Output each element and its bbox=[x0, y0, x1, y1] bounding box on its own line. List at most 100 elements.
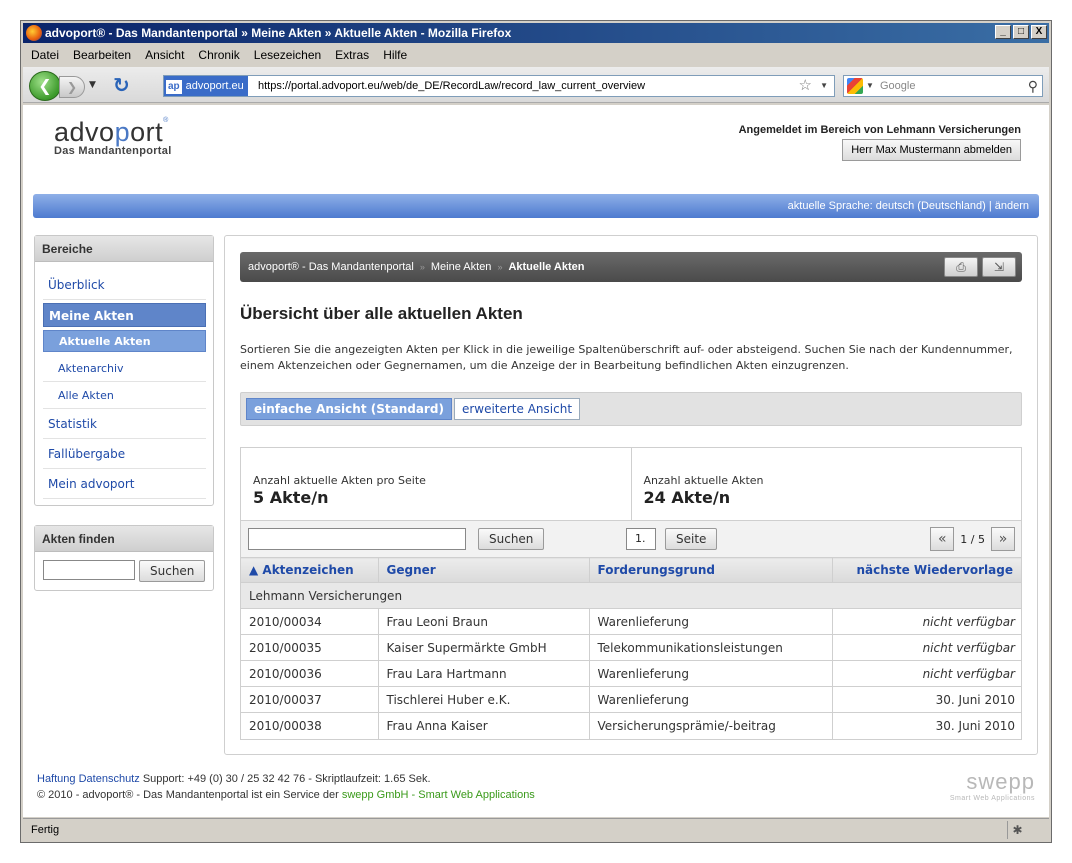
swepp-logo[interactable]: swepp Smart Web Applications bbox=[950, 769, 1035, 802]
language-bar[interactable]: aktuelle Sprache: deutsch (Deutschland) … bbox=[33, 194, 1039, 218]
search-bar[interactable]: ▼ Google ⚲ bbox=[843, 75, 1043, 97]
reload-icon[interactable]: ↻ bbox=[113, 75, 130, 95]
pager: « 1 / 5 » bbox=[930, 527, 1015, 551]
logo-word-a: advo bbox=[54, 117, 115, 147]
menu-ansicht[interactable]: Ansicht bbox=[145, 45, 184, 65]
page-title: Übersicht über alle aktuellen Akten bbox=[240, 304, 523, 323]
go-to-page-button[interactable]: Seite bbox=[665, 528, 718, 550]
browser-window: advoport® - Das Mandantenportal » Meine … bbox=[20, 20, 1052, 843]
table-row[interactable]: 2010/00034 Frau Leoni Braun Warenlieferung… bbox=[241, 608, 1021, 635]
cell-aktenzeichen: 2010/00038 bbox=[241, 712, 378, 739]
breadcrumb-separator: » bbox=[497, 262, 503, 272]
stats-panel: Anzahl aktuelle Akten pro Seite 5 Akte/n… bbox=[240, 447, 1022, 521]
table-row[interactable]: 2010/00036 Frau Lara Hartmann Warenlieferu… bbox=[241, 660, 1021, 687]
support-info: Support: +49 (0) 30 / 25 32 42 76 - Skri… bbox=[142, 773, 431, 785]
table-row[interactable]: 2010/00037 Tischlerei Huber e.K. Warenlief… bbox=[241, 686, 1021, 713]
google-icon[interactable] bbox=[847, 78, 863, 94]
main-panel: advoport® - Das Mandantenportal » Meine Ak… bbox=[224, 235, 1038, 755]
cell-forderungsgrund: Warenlieferung bbox=[588, 686, 832, 713]
search-icon[interactable]: ⚲ bbox=[1028, 76, 1038, 96]
table-search-input[interactable] bbox=[248, 528, 466, 550]
menu-chronik[interactable]: Chronik bbox=[198, 45, 239, 65]
cell-wiedervorlage: nicht verfügbar bbox=[831, 660, 1021, 687]
tab-simple-view[interactable]: einfache Ansicht (Standard) bbox=[246, 398, 452, 420]
swepp-logo-word: swepp bbox=[966, 769, 1035, 794]
cell-gegner: Kaiser Supermärkte GmbH bbox=[377, 634, 589, 661]
url-bar[interactable]: ap advoport.eu https://portal.advoport.eu… bbox=[163, 75, 835, 97]
finder-box: Akten finden Suchen bbox=[34, 525, 214, 591]
cell-forderungsgrund: Telekommunikationsleistungen bbox=[588, 634, 832, 661]
column-naechste-wiedervorlage[interactable]: nächste Wiedervorlage bbox=[831, 557, 1021, 583]
previous-page-button[interactable]: « bbox=[930, 527, 955, 551]
cell-gegner: Frau Leoni Braun bbox=[377, 608, 589, 635]
areas-title: Bereiche bbox=[35, 236, 213, 262]
minimize-button[interactable]: _ bbox=[995, 25, 1011, 39]
forward-button[interactable]: ❯ bbox=[59, 76, 85, 98]
sidebar-item-statistik[interactable]: Statistik bbox=[43, 409, 206, 439]
url-text[interactable]: https://portal.advoport.eu/web/de_DE/Rec… bbox=[258, 76, 645, 96]
menu-extras[interactable]: Extras bbox=[335, 45, 369, 65]
total-label: Anzahl aktuelle Akten bbox=[643, 474, 764, 487]
per-page-label: Anzahl aktuelle Akten pro Seite bbox=[253, 474, 426, 487]
maximize-button[interactable]: □ bbox=[1013, 25, 1029, 39]
sidebar-nav: Überblick Meine Akten Aktuelle Akten Akt… bbox=[35, 262, 213, 505]
logo-word-c: ort bbox=[130, 117, 164, 147]
advoport-logo[interactable]: advoport® Das Mandantenportal bbox=[54, 117, 172, 157]
menu-lesezeichen[interactable]: Lesezeichen bbox=[254, 45, 321, 65]
sidebar-item-aktuelle-akten[interactable]: Aktuelle Akten bbox=[43, 330, 206, 352]
datenschutz-link[interactable]: Datenschutz bbox=[79, 773, 140, 785]
cell-forderungsgrund: Warenlieferung bbox=[588, 660, 832, 687]
addon-status-icon[interactable]: ✱ bbox=[1007, 821, 1027, 839]
menu-hilfe[interactable]: Hilfe bbox=[383, 45, 407, 65]
table-header-row: ▲ Aktenzeichen Gegner Forderungsgrund nä… bbox=[241, 557, 1021, 583]
footer: Haftung Datenschutz Support: +49 (0) 30 … bbox=[23, 761, 1049, 817]
search-engine-dropdown-icon[interactable]: ▼ bbox=[866, 81, 874, 90]
next-page-button[interactable]: » bbox=[991, 527, 1015, 551]
cell-wiedervorlage: 30. Juni 2010 bbox=[831, 686, 1021, 713]
history-dropdown-icon[interactable]: ▼ bbox=[89, 80, 96, 90]
areas-box: Bereiche Überblick Meine Akten Aktuelle … bbox=[34, 235, 214, 506]
column-aktenzeichen[interactable]: ▲ Aktenzeichen bbox=[241, 557, 378, 583]
haftung-link[interactable]: Haftung bbox=[37, 773, 76, 785]
sidebar-item-falluebergabe[interactable]: Fallübergabe bbox=[43, 439, 206, 469]
table-toolbar: Suchen 1. Seite « 1 / 5 » bbox=[241, 521, 1021, 557]
back-arrow-icon: ❮ bbox=[38, 76, 52, 95]
group-row: Lehmann Versicherungen bbox=[241, 582, 1021, 609]
swepp-link[interactable]: swepp GmbH - Smart Web Applications bbox=[342, 789, 535, 801]
column-forderungsgrund[interactable]: Forderungsgrund bbox=[588, 557, 832, 583]
url-dropdown-icon[interactable]: ▼ bbox=[820, 81, 828, 90]
status-bar: Fertig ✱ bbox=[23, 818, 1049, 840]
site-identity[interactable]: ap advoport.eu bbox=[164, 76, 248, 96]
menu-bearbeiten[interactable]: Bearbeiten bbox=[73, 45, 131, 65]
sidebar-item-ueberblick[interactable]: Überblick bbox=[43, 270, 206, 300]
menu-datei[interactable]: Datei bbox=[31, 45, 59, 65]
cell-wiedervorlage: nicht verfügbar bbox=[831, 608, 1021, 635]
export-icon[interactable]: ⇲ bbox=[982, 257, 1016, 277]
logout-button[interactable]: Herr Max Mustermann abmelden bbox=[842, 139, 1021, 161]
sidebar-item-aktenarchiv[interactable]: Aktenarchiv bbox=[43, 355, 206, 382]
search-placeholder[interactable]: Google bbox=[880, 76, 915, 96]
close-button[interactable]: X bbox=[1031, 25, 1047, 39]
finder-search-button[interactable]: Suchen bbox=[139, 560, 206, 582]
bookmark-star-icon[interactable]: ☆ bbox=[799, 77, 812, 95]
back-button[interactable]: ❮ bbox=[29, 71, 61, 101]
site-badge: ap bbox=[166, 80, 182, 94]
column-gegner[interactable]: Gegner bbox=[377, 557, 589, 583]
firefox-icon bbox=[26, 25, 42, 41]
table-row[interactable]: 2010/00038 Frau Anna Kaiser Versicherungsp… bbox=[241, 712, 1021, 739]
table-search-button[interactable]: Suchen bbox=[478, 528, 545, 550]
page-number-input[interactable]: 1. bbox=[626, 528, 656, 550]
sidebar-item-alle-akten[interactable]: Alle Akten bbox=[43, 382, 206, 409]
sidebar-item-meine-akten[interactable]: Meine Akten bbox=[43, 303, 206, 327]
breadcrumb-home[interactable]: advoport® - Das Mandantenportal bbox=[248, 261, 414, 273]
tab-extended-view[interactable]: erweiterte Ansicht bbox=[453, 398, 581, 420]
logo-registered: ® bbox=[163, 117, 169, 124]
stats-per-page: Anzahl aktuelle Akten pro Seite 5 Akte/n bbox=[241, 448, 631, 520]
print-icon[interactable]: ⎙ bbox=[944, 257, 978, 277]
table-row[interactable]: 2010/00035 Kaiser Supermärkte GmbH Telekom… bbox=[241, 634, 1021, 661]
sidebar-item-mein-advoport[interactable]: Mein advoport bbox=[43, 469, 206, 499]
breadcrumb-meine-akten[interactable]: Meine Akten bbox=[431, 261, 492, 273]
finder-input[interactable] bbox=[43, 560, 135, 580]
logo-word-b: p bbox=[114, 117, 131, 147]
cell-aktenzeichen: 2010/00035 bbox=[241, 634, 378, 661]
